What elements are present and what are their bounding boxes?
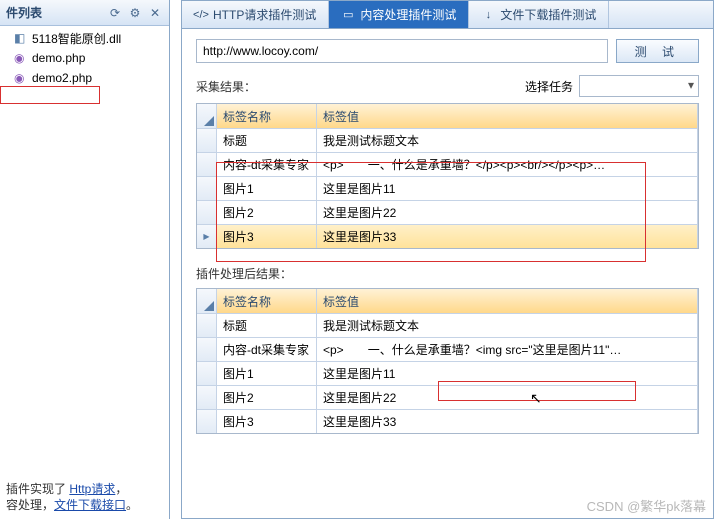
col-header-value[interactable]: 标签值 bbox=[317, 289, 698, 313]
cell-value: 这里是图片22 bbox=[317, 201, 698, 224]
footer-text: 插件实现了 bbox=[6, 482, 69, 496]
col-header-name[interactable]: 标签名称 bbox=[217, 104, 317, 128]
file-name: demo2.php bbox=[32, 71, 92, 85]
tab-label: 内容处理插件测试 bbox=[360, 6, 456, 23]
task-select[interactable] bbox=[579, 75, 699, 97]
tab-download[interactable]: ↓ 文件下载插件测试 bbox=[469, 1, 609, 28]
watermark: CSDN @繁华pk落幕 bbox=[587, 496, 706, 515]
tab-content[interactable]: ▭ 内容处理插件测试 bbox=[329, 1, 469, 28]
table-row[interactable]: 图片2这里是图片22 bbox=[197, 200, 698, 224]
section-label: 插件处理后结果： bbox=[196, 265, 292, 282]
cell-value: 这里是图片33 bbox=[317, 225, 698, 248]
download-icon: ↓ bbox=[481, 8, 495, 22]
grid-corner[interactable] bbox=[197, 104, 217, 128]
cell-name: 内容-dt采集专家 bbox=[217, 338, 317, 361]
close-icon[interactable]: ✕ bbox=[147, 5, 163, 21]
table-row[interactable]: 图片1这里是图片11 bbox=[197, 361, 698, 385]
file-item[interactable]: demo.php bbox=[0, 48, 169, 68]
table-row[interactable]: 图片3这里是图片33 bbox=[197, 224, 698, 248]
cell-value: 这里是图片11 bbox=[317, 177, 698, 200]
file-name: demo.php bbox=[32, 51, 85, 65]
cell-value: 我是测试标题文本 bbox=[317, 129, 698, 152]
table-row[interactable]: 图片1这里是图片11 bbox=[197, 176, 698, 200]
http-request-link[interactable]: Http请求 bbox=[69, 482, 115, 496]
task-label: 选择任务 bbox=[525, 78, 573, 95]
file-list: 5118智能原创.dll demo.php demo2.php bbox=[0, 26, 169, 90]
cell-value: <p> 一、什么是承重墙？<img src="这里是图片11"… bbox=[317, 338, 698, 361]
col-header-name[interactable]: 标签名称 bbox=[217, 289, 317, 313]
processed-grid: 标签名称 标签值 标题我是测试标题文本 内容-dt采集专家<p> 一、什么是承重… bbox=[196, 288, 699, 434]
left-footer: 插件实现了 Http请求， 容处理，文件下载接口。 bbox=[0, 475, 169, 519]
code-icon: </> bbox=[194, 8, 208, 22]
right-panel: </> HTTP请求插件测试 ▭ 内容处理插件测试 ↓ 文件下载插件测试 测 试… bbox=[181, 0, 714, 519]
cell-value: 这里是图片22 bbox=[317, 386, 698, 409]
url-input[interactable] bbox=[196, 39, 608, 63]
section-label: 采集结果： bbox=[196, 78, 256, 95]
cell-name: 图片1 bbox=[217, 362, 317, 385]
cell-name: 图片3 bbox=[217, 225, 317, 248]
box-icon: ▭ bbox=[341, 8, 355, 22]
table-row[interactable]: 内容-dt采集专家<p> 一、什么是承重墙？<img src="这里是图片11"… bbox=[197, 337, 698, 361]
refresh-icon[interactable]: ⟳ bbox=[107, 5, 123, 21]
grid-corner[interactable] bbox=[197, 289, 217, 313]
cell-value: 这里是图片11 bbox=[317, 362, 698, 385]
result-grid: 标签名称 标签值 标题我是测试标题文本 内容-dt采集专家<p> 一、什么是承重… bbox=[196, 103, 699, 249]
tab-label: 文件下载插件测试 bbox=[500, 6, 596, 23]
cell-name: 图片2 bbox=[217, 201, 317, 224]
file-item[interactable]: demo2.php bbox=[0, 68, 169, 88]
tab-http[interactable]: </> HTTP请求插件测试 bbox=[182, 1, 329, 28]
tabs: </> HTTP请求插件测试 ▭ 内容处理插件测试 ↓ 文件下载插件测试 bbox=[182, 1, 713, 29]
test-button[interactable]: 测 试 bbox=[616, 39, 699, 63]
download-interface-link[interactable]: 文件下载接口 bbox=[54, 498, 126, 512]
cell-value: <p> 一、什么是承重墙？</p><p><br/></p><p>… bbox=[317, 153, 698, 176]
file-item[interactable]: 5118智能原创.dll bbox=[0, 28, 169, 48]
footer-text: 容处理， bbox=[6, 498, 54, 512]
left-panel: 件列表 ⟳ ⚙ ✕ 5118智能原创.dll demo.php demo2.ph… bbox=[0, 0, 170, 519]
left-title: 件列表 bbox=[6, 4, 107, 21]
dll-icon bbox=[14, 31, 28, 45]
table-row[interactable]: 内容-dt采集专家<p> 一、什么是承重墙？</p><p><br/></p><p… bbox=[197, 152, 698, 176]
cell-name: 图片3 bbox=[217, 410, 317, 433]
table-row[interactable]: 标题我是测试标题文本 bbox=[197, 128, 698, 152]
php-icon bbox=[14, 71, 28, 85]
cell-name: 标题 bbox=[217, 314, 317, 337]
tab-content-area: 测 试 采集结果： 选择任务 标签名称 标签值 标题我是测试标题文本 内容-dt… bbox=[182, 29, 713, 518]
cell-name: 图片1 bbox=[217, 177, 317, 200]
tab-label: HTTP请求插件测试 bbox=[213, 6, 316, 23]
php-icon bbox=[14, 51, 28, 65]
cell-name: 标题 bbox=[217, 129, 317, 152]
left-header: 件列表 ⟳ ⚙ ✕ bbox=[0, 0, 169, 26]
footer-text: ， bbox=[115, 482, 127, 496]
table-row[interactable]: 图片2这里是图片22 bbox=[197, 385, 698, 409]
table-row[interactable]: 标题我是测试标题文本 bbox=[197, 313, 698, 337]
table-row[interactable]: 图片3这里是图片33 bbox=[197, 409, 698, 433]
gear-icon[interactable]: ⚙ bbox=[127, 5, 143, 21]
cell-value: 我是测试标题文本 bbox=[317, 314, 698, 337]
cell-name: 内容-dt采集专家 bbox=[217, 153, 317, 176]
cell-name: 图片2 bbox=[217, 386, 317, 409]
cell-value: 这里是图片33 bbox=[317, 410, 698, 433]
footer-text: 。 bbox=[126, 498, 138, 512]
col-header-value[interactable]: 标签值 bbox=[317, 104, 698, 128]
file-name: 5118智能原创.dll bbox=[32, 30, 121, 47]
